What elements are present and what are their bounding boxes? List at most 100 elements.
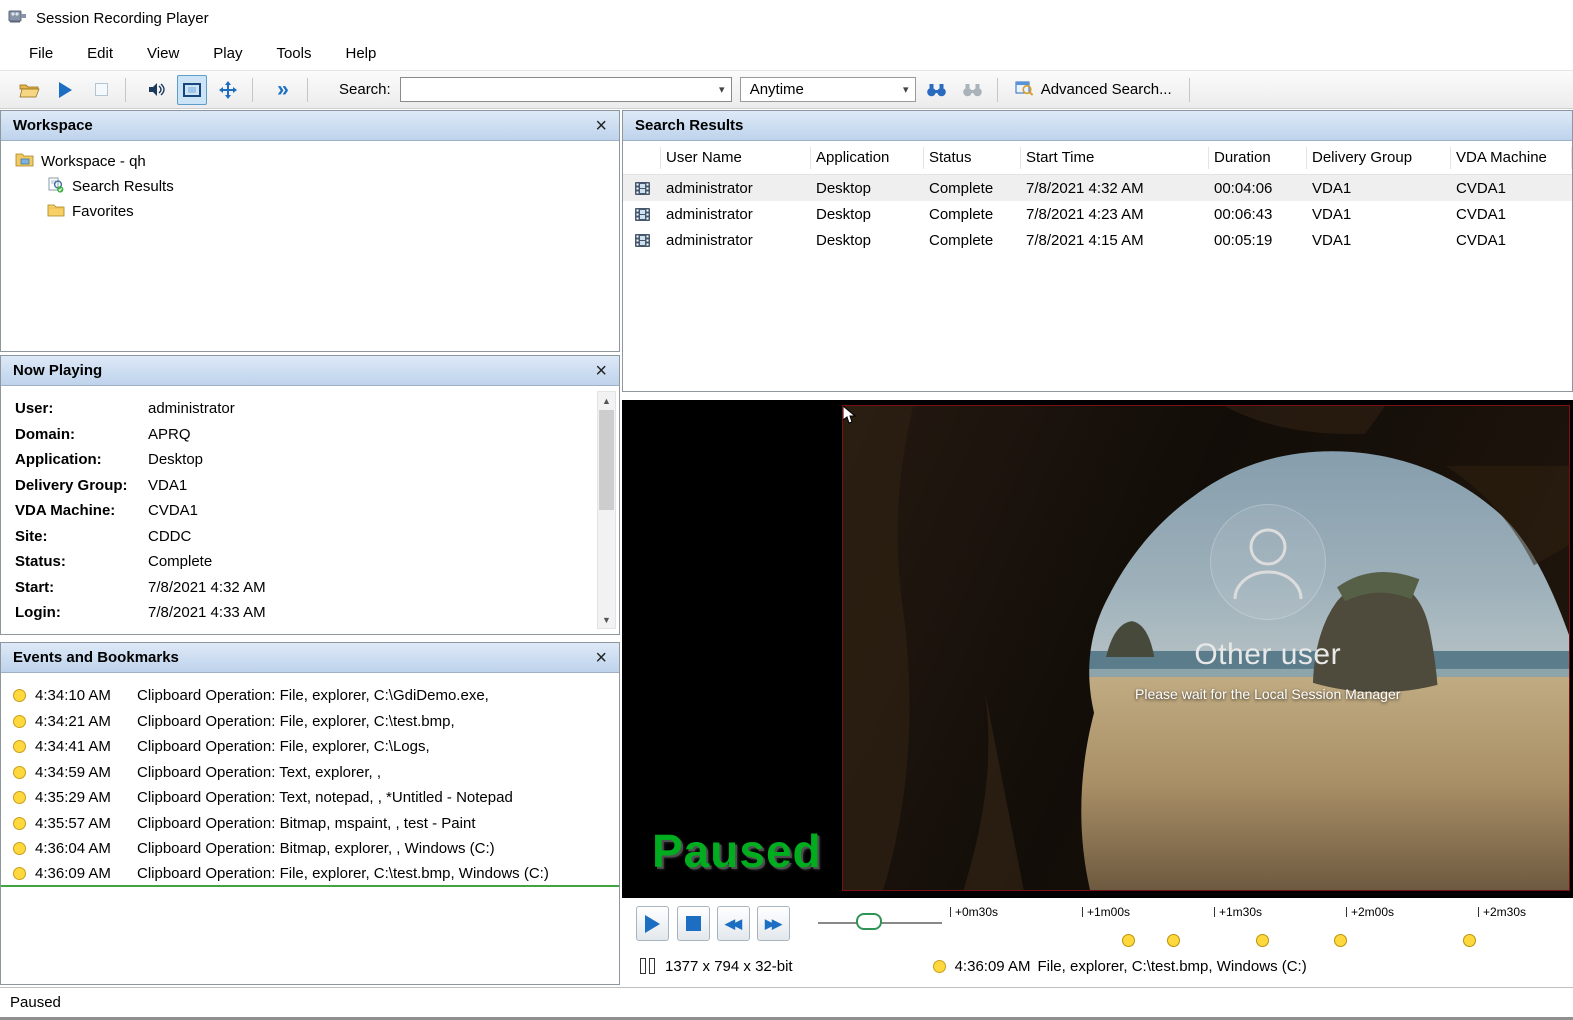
event-dot-icon xyxy=(13,715,26,728)
event-item[interactable]: 4:34:41 AMClipboard Operation: File, exp… xyxy=(1,734,619,760)
audio-button[interactable] xyxy=(141,75,171,105)
panel-title: Events and Bookmarks xyxy=(13,649,179,666)
result-cell: administrator xyxy=(661,180,811,197)
more-buttons-chevron[interactable]: » xyxy=(268,75,298,105)
advanced-search-button[interactable]: Advanced Search... xyxy=(1007,75,1180,105)
event-dot-icon xyxy=(13,817,26,830)
close-icon[interactable]: × xyxy=(595,116,607,136)
stop-toolbar-button[interactable] xyxy=(86,75,116,105)
search-button[interactable] xyxy=(922,75,952,105)
column-header-vda-machine[interactable]: VDA Machine xyxy=(1451,147,1572,169)
result-cell: CVDA1 xyxy=(1451,232,1572,249)
result-cell: VDA1 xyxy=(1307,180,1451,197)
time-filter-combobox[interactable]: Anytime ▾ xyxy=(740,77,916,102)
event-item[interactable]: 4:36:04 AMClipboard Operation: Bitmap, e… xyxy=(1,836,619,862)
event-item[interactable]: 4:35:57 AMClipboard Operation: Bitmap, m… xyxy=(1,811,619,837)
play-icon xyxy=(645,915,660,933)
result-row[interactable]: administratorDesktopComplete7/8/2021 4:2… xyxy=(623,201,1572,227)
column-header-duration[interactable]: Duration xyxy=(1209,147,1307,169)
result-row[interactable]: administratorDesktopComplete7/8/2021 4:3… xyxy=(623,175,1572,201)
event-text: Clipboard Operation: Text, explorer, , xyxy=(137,764,381,781)
tree-item-label: Favorites xyxy=(72,203,134,220)
field-label: Delivery Group: xyxy=(15,477,148,494)
scale-to-fit-button[interactable] xyxy=(177,75,207,105)
menu-help[interactable]: Help xyxy=(329,39,394,68)
event-item[interactable]: 4:34:21 AMClipboard Operation: File, exp… xyxy=(1,709,619,735)
play-toolbar-button[interactable] xyxy=(50,75,80,105)
result-cell: 00:05:19 xyxy=(1209,232,1307,249)
menu-file[interactable]: File xyxy=(12,39,70,68)
tree-item-favorites[interactable]: Favorites xyxy=(1,199,619,224)
column-header-application[interactable]: Application xyxy=(811,147,924,169)
event-item[interactable]: 4:35:29 AMClipboard Operation: Text, not… xyxy=(1,785,619,811)
menu-tools[interactable]: Tools xyxy=(259,39,328,68)
scroll-down-icon[interactable]: ▼ xyxy=(598,611,615,628)
vertical-scrollbar[interactable]: ▲ ▼ xyxy=(597,391,616,629)
event-text: Clipboard Operation: File, explorer, C:\… xyxy=(137,865,549,882)
pan-button[interactable] xyxy=(213,75,243,105)
result-cell: Complete xyxy=(924,232,1021,249)
chevron-down-icon[interactable]: ▾ xyxy=(897,83,915,96)
tree-item-search-results[interactable]: Search Results xyxy=(1,174,619,199)
timeline-event-dot[interactable] xyxy=(1256,934,1269,947)
status-bar: Paused xyxy=(0,987,1573,1017)
status-text: Paused xyxy=(10,994,61,1011)
event-item[interactable]: 4:34:59 AMClipboard Operation: Text, exp… xyxy=(1,760,619,786)
scroll-up-icon[interactable]: ▲ xyxy=(598,392,615,409)
column-header-status[interactable]: Status xyxy=(924,147,1021,169)
field-value: Complete xyxy=(148,553,212,570)
recording-display[interactable]: Other user Please wait for the Local Ses… xyxy=(842,405,1570,891)
close-icon[interactable]: × xyxy=(595,361,607,381)
event-item[interactable]: 4:34:10 AMClipboard Operation: File, exp… xyxy=(1,683,619,709)
toolbar-separator xyxy=(1189,78,1190,102)
search-combobox[interactable]: ▾ xyxy=(400,77,732,102)
timeline-event-dot[interactable] xyxy=(1463,934,1476,947)
seek-slider[interactable] xyxy=(818,910,942,936)
menu-view[interactable]: View xyxy=(130,39,196,68)
column-header-delivery-group[interactable]: Delivery Group xyxy=(1307,147,1451,169)
scrollbar-thumb[interactable] xyxy=(599,410,614,510)
play-button[interactable] xyxy=(636,906,669,941)
slider-handle[interactable] xyxy=(856,913,882,930)
column-header-start-time[interactable]: Start Time xyxy=(1021,147,1209,169)
field-label: Login: xyxy=(15,604,148,621)
current-event-dot-icon xyxy=(933,960,946,973)
timeline-event-dot[interactable] xyxy=(1167,934,1180,947)
title-bar: Session Recording Player xyxy=(0,0,1573,36)
now-playing-field: Domain:APRQ xyxy=(15,422,619,448)
toolbar-separator xyxy=(997,78,998,102)
event-dot-icon xyxy=(13,689,26,702)
fast-forward-button[interactable]: ▶▶ xyxy=(757,906,790,941)
panel-title: Search Results xyxy=(635,117,743,134)
event-time: 4:34:21 AM xyxy=(35,713,128,730)
close-icon[interactable]: × xyxy=(595,648,607,668)
field-value: Desktop xyxy=(148,451,203,468)
menu-play[interactable]: Play xyxy=(196,39,259,68)
open-button[interactable] xyxy=(14,75,44,105)
chevron-down-icon[interactable]: ▾ xyxy=(713,83,731,96)
workspace-panel-header: Workspace × xyxy=(1,111,619,141)
rewind-button[interactable]: ◀◀ xyxy=(717,906,750,941)
search-results-icon xyxy=(47,177,65,197)
event-text: Clipboard Operation: File, explorer, C:\… xyxy=(137,687,489,704)
player-info-row: 1377 x 794 x 32-bit 4:36:09 AM File, exp… xyxy=(622,952,1573,980)
column-header-user-name[interactable]: User Name xyxy=(661,147,811,169)
search-next-button[interactable] xyxy=(958,75,988,105)
result-row[interactable]: administratorDesktopComplete7/8/2021 4:1… xyxy=(623,227,1572,253)
user-avatar[interactable] xyxy=(1209,503,1327,621)
now-playing-panel: Now Playing × User:administratorDomain:A… xyxy=(0,355,620,635)
field-value: 7/8/2021 4:32 AM xyxy=(148,579,266,596)
timeline-mark-label: +2m00s xyxy=(1351,905,1394,919)
event-item[interactable]: 4:36:09 AMClipboard Operation: File, exp… xyxy=(1,862,619,888)
other-user-label[interactable]: Other user xyxy=(1194,638,1341,672)
result-cell: 7/8/2021 4:15 AM xyxy=(1021,232,1209,249)
current-event-time: 4:36:09 AM xyxy=(955,958,1031,975)
tree-item-workspace-root[interactable]: Workspace - qh xyxy=(1,149,619,174)
now-playing-field: Login:7/8/2021 4:33 AM xyxy=(15,600,619,626)
timeline-event-dot[interactable] xyxy=(1334,934,1347,947)
now-playing-field: Application:Desktop xyxy=(15,447,619,473)
menu-edit[interactable]: Edit xyxy=(70,39,130,68)
timeline-event-dot[interactable] xyxy=(1122,934,1135,947)
field-label: User: xyxy=(15,400,148,417)
stop-button[interactable] xyxy=(677,906,710,941)
